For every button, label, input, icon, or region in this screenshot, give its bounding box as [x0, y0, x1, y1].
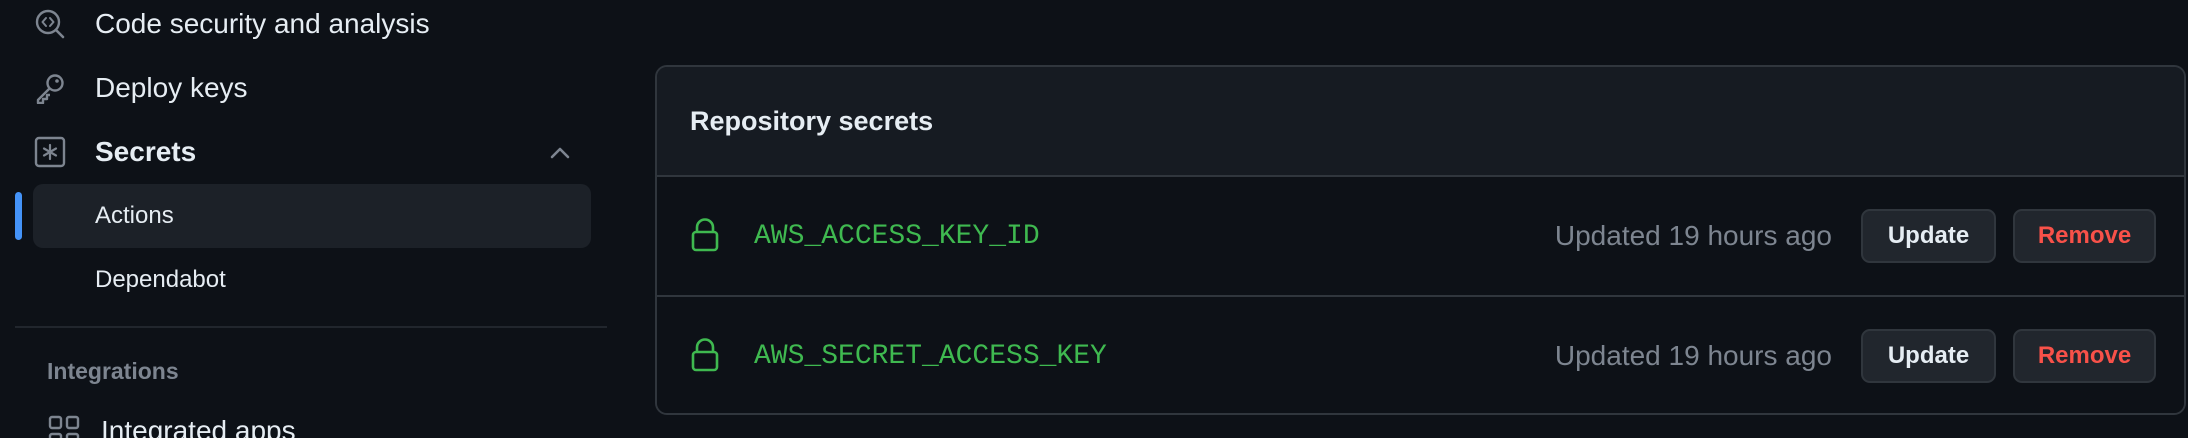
- apps-icon: [47, 414, 81, 438]
- settings-sidebar: Code security and analysis Deploy keys S…: [0, 0, 610, 438]
- card-title: Repository secrets: [690, 105, 934, 136]
- secret-row: AWS_ACCESS_KEY_ID Updated 19 hours ago U…: [657, 177, 2184, 295]
- section-heading-integrations: Integrations: [47, 358, 179, 384]
- codescan-icon: [33, 7, 67, 41]
- sidebar-item-secrets[interactable]: Secrets: [33, 124, 196, 180]
- secret-updated-time: Updated 19 hours ago: [1554, 220, 1832, 251]
- secret-row: AWS_SECRET_ACCESS_KEY Updated 19 hours a…: [657, 295, 2184, 413]
- secret-name: AWS_SECRET_ACCESS_KEY: [754, 340, 1107, 372]
- sidebar-item-label: Actions: [95, 202, 174, 229]
- card-header: Repository secrets: [657, 67, 2184, 177]
- active-indicator: [15, 192, 22, 240]
- key-icon: [33, 71, 67, 105]
- remove-button[interactable]: Remove: [2013, 209, 2156, 263]
- sidebar-item-deploy-keys[interactable]: Deploy keys: [33, 60, 248, 116]
- sidebar-item-actions[interactable]: Actions: [33, 184, 591, 248]
- sidebar-item-label: Code security and analysis: [95, 8, 430, 39]
- sidebar-item-dependabot[interactable]: Dependabot: [33, 248, 591, 312]
- settings-page: Code security and analysis Deploy keys S…: [0, 0, 2188, 438]
- repository-secrets-card: Repository secrets AWS_ACCESS_KEY_ID Upd…: [655, 65, 2186, 415]
- sidebar-item-code-security[interactable]: Code security and analysis: [33, 0, 430, 52]
- secret-name: AWS_ACCESS_KEY_ID: [754, 220, 1040, 252]
- sidebar-item-integrated-apps[interactable]: Integrated apps: [47, 414, 296, 438]
- sidebar-item-label: Deploy keys: [95, 72, 248, 103]
- sidebar-item-label: Dependabot: [95, 266, 226, 293]
- update-button[interactable]: Update: [1861, 329, 1996, 383]
- lock-icon: [690, 338, 720, 372]
- chevron-up-icon[interactable]: [543, 136, 577, 170]
- sidebar-item-label: Secrets: [95, 136, 197, 167]
- sidebar-item-label: Integrated apps: [101, 415, 296, 438]
- update-button[interactable]: Update: [1861, 209, 1996, 263]
- asterisk-icon: [33, 135, 67, 169]
- sidebar-divider: [15, 326, 607, 328]
- lock-icon: [690, 218, 720, 252]
- secret-updated-time: Updated 19 hours ago: [1554, 340, 1832, 371]
- remove-button[interactable]: Remove: [2013, 329, 2156, 383]
